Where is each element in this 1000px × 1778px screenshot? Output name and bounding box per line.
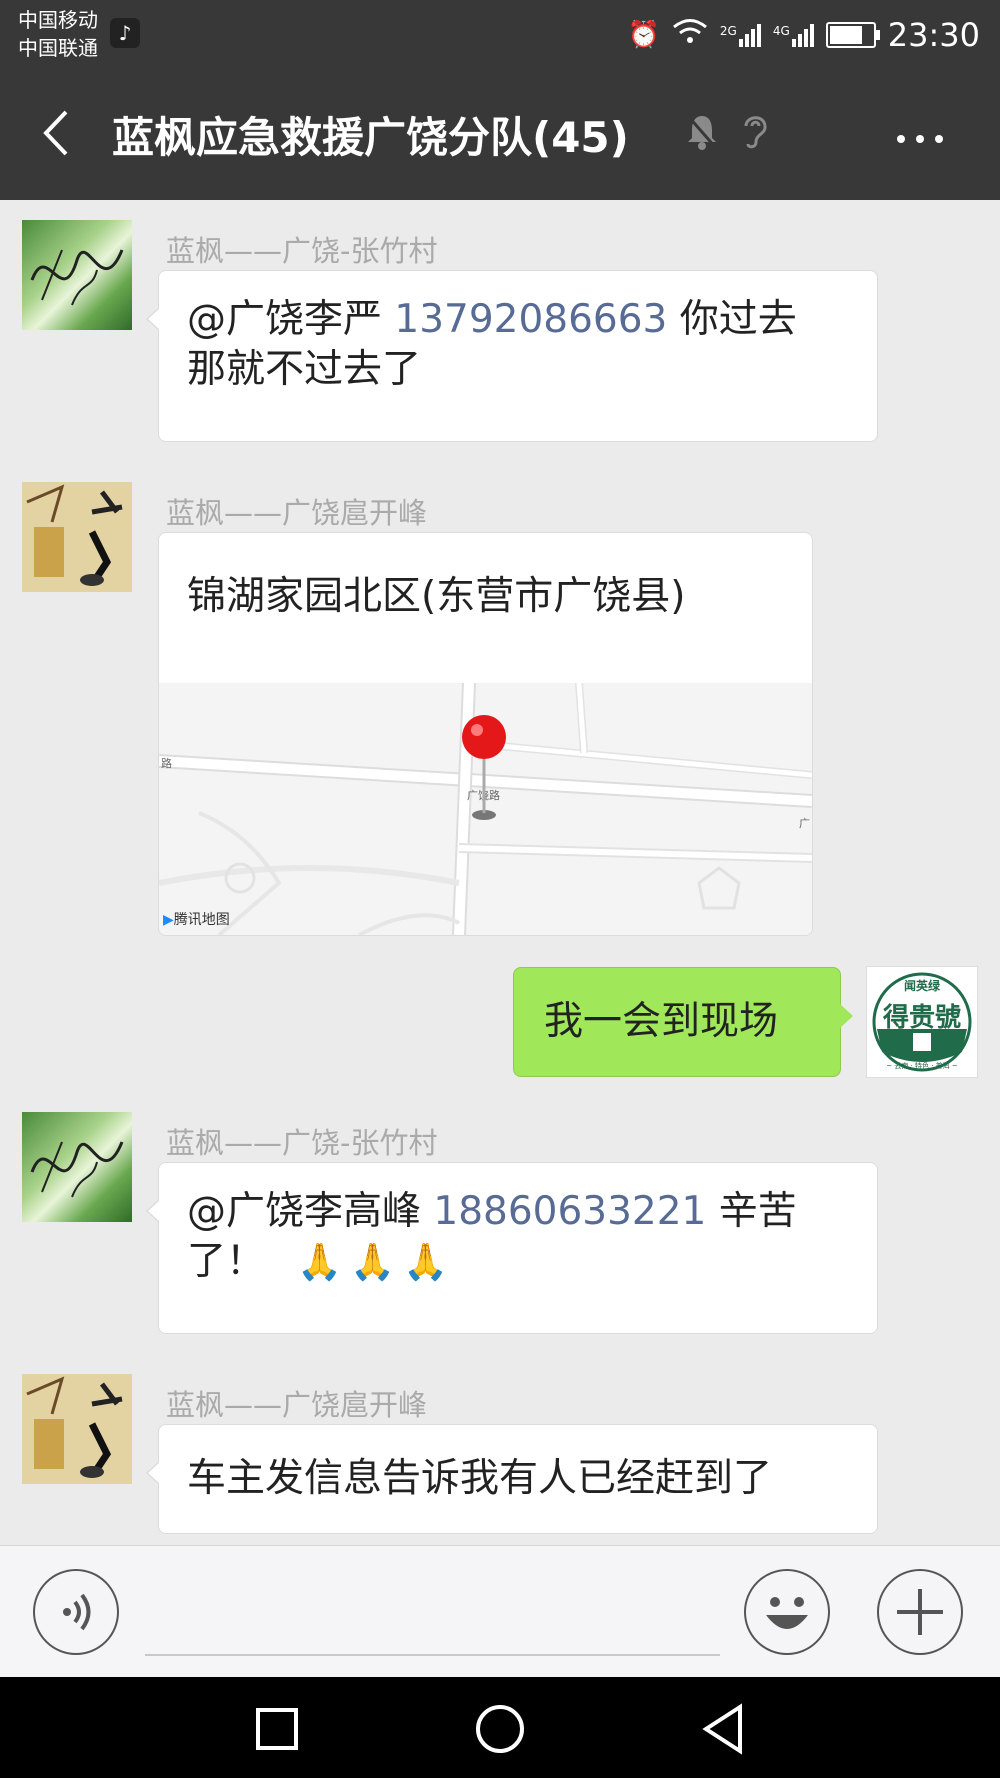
- sender-name: 蓝枫——广饶-张竹村: [166, 1126, 438, 1160]
- chat-header: 蓝枫应急救援广饶分队(45): [0, 70, 1000, 200]
- self-avatar[interactable]: 闻英绿 得贵號 ~ 云南 · 特色 · 普洱 ~: [866, 966, 978, 1078]
- message-line: @广饶李高峰 18860633221 辛苦: [187, 1187, 849, 1237]
- net-type-1: 2G: [719, 23, 737, 38]
- map-brand-label: 腾讯地图: [173, 912, 230, 928]
- carrier-labels: 中国移动 中国联通: [18, 6, 98, 62]
- mute-icon: [684, 112, 720, 161]
- emoji-icon[interactable]: [744, 1569, 830, 1655]
- mention[interactable]: @广饶李严: [187, 297, 382, 342]
- status-icons: ⏰ 2G 4G 23:30: [628, 10, 980, 60]
- tiktok-notification-icon: ♪: [110, 18, 140, 48]
- carrier-1: 中国移动: [18, 8, 98, 32]
- nav-back-icon[interactable]: [700, 1703, 746, 1759]
- clap-emoji-icon: 🙏: [350, 1242, 396, 1283]
- signal-2g-icon: 2G: [719, 23, 761, 47]
- ear-icon: [740, 110, 770, 159]
- mention[interactable]: @广饶李高峰: [187, 1189, 421, 1234]
- carrier-2: 中国联通: [18, 36, 98, 60]
- map-pin-icon: [459, 715, 509, 829]
- wifi-icon: [672, 18, 708, 53]
- location-title: 锦湖家园北区(东营市广饶县): [187, 574, 686, 619]
- map-brand: ▶腾讯地图: [163, 909, 230, 929]
- message-text: 了！: [187, 1239, 266, 1284]
- sender-name: 蓝枫——广饶-张竹村: [166, 234, 438, 268]
- avatar[interactable]: [22, 220, 132, 330]
- sender-name: 蓝枫——广饶扈开峰: [166, 1388, 428, 1422]
- sender-name: 蓝枫——广饶扈开峰: [166, 496, 428, 530]
- avatar[interactable]: [22, 1112, 132, 1222]
- avatar[interactable]: [22, 1374, 132, 1484]
- message-input[interactable]: [145, 1654, 720, 1656]
- message-text: 你过去: [679, 297, 797, 342]
- more-icon[interactable]: [895, 110, 945, 159]
- system-nav-bar: [0, 1677, 1000, 1778]
- message-text: 辛苦: [718, 1189, 797, 1234]
- signal-4g-icon: 4G: [772, 23, 814, 47]
- message-text: 车主发信息告诉我有人已经赶到了: [187, 1456, 773, 1501]
- voice-icon[interactable]: [33, 1569, 119, 1655]
- add-icon[interactable]: [877, 1569, 963, 1655]
- logo-bottom-text: ~ 云南 · 特色 · 普洱 ~: [886, 1062, 958, 1070]
- avatar[interactable]: [22, 482, 132, 592]
- map-road-label: 路: [161, 757, 172, 770]
- message-bubble[interactable]: @广饶李高峰 18860633221 辛苦 了！ 🙏 🙏 🙏: [146, 1162, 878, 1334]
- tencent-map-icon: ▶: [163, 912, 174, 928]
- emoji-group: 🙏 🙏 🙏: [297, 1239, 455, 1284]
- clap-emoji-icon: 🙏: [297, 1242, 343, 1283]
- input-bar: [0, 1545, 1000, 1678]
- message-bubble-self[interactable]: 我一会到现场: [513, 967, 853, 1077]
- status-bar: 中国移动 中国联通 ♪ ⏰ 2G 4G 23:30: [0, 0, 1000, 70]
- back-icon[interactable]: [38, 108, 78, 158]
- clap-emoji-icon: 🙏: [403, 1242, 448, 1283]
- nav-home-icon[interactable]: [474, 1703, 526, 1759]
- clock: 23:30: [887, 16, 980, 54]
- nav-recent-icon[interactable]: [255, 1707, 299, 1755]
- logo-top-text: 闻英绿: [903, 979, 940, 993]
- message-text: 那就不过去了: [187, 347, 422, 392]
- message-text: 我一会到现场: [544, 999, 779, 1044]
- message-bubble[interactable]: 车主发信息告诉我有人已经赶到了: [146, 1424, 878, 1534]
- message-line: @广饶李严 13792086663 你过去: [187, 295, 849, 345]
- message-bubble[interactable]: @广饶李严 13792086663 你过去 那就不过去了: [146, 270, 878, 442]
- map-preview[interactable]: 路 广饶路 广 ▶腾讯地图: [159, 682, 812, 935]
- map-road-label: 广: [799, 817, 810, 830]
- alarm-icon: ⏰: [627, 20, 660, 50]
- phone-link[interactable]: 18860633221: [433, 1189, 706, 1234]
- message-line: 了！ 🙏 🙏 🙏: [187, 1237, 849, 1288]
- net-type-2: 4G: [772, 23, 790, 38]
- phone-link[interactable]: 13792086663: [394, 297, 667, 342]
- location-card[interactable]: 锦湖家园北区(东营市广饶县) 路 广饶路 广: [158, 532, 813, 936]
- battery-icon: [825, 22, 880, 48]
- logo-main-text: 得贵號: [882, 1003, 961, 1033]
- chat-title: 蓝枫应急救援广饶分队(45): [112, 113, 629, 162]
